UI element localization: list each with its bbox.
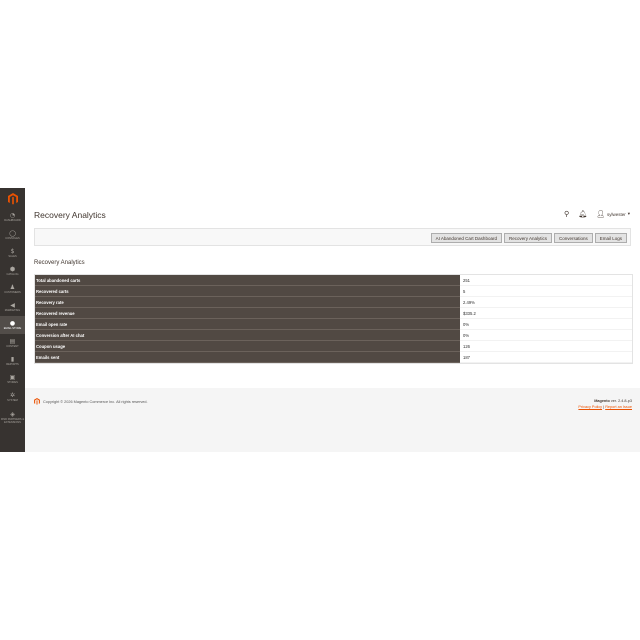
table-row: Total abandoned carts 251 [35,275,632,286]
bar-chart-icon: ▮ [10,356,15,363]
stat-value: 2.49% [460,297,632,308]
table-row: Recovered revenue $335.2 [35,308,632,319]
sidebar-item-reports[interactable]: ▮ Reports [0,352,25,370]
sidebar-item-label: Dashboard [4,219,21,222]
page-toolbar: AI Abandoned Cart Dashboard Recovery Anal… [34,228,631,246]
dollar-icon: $ [10,248,15,255]
table-row: Recovery rate 2.49% [35,297,632,308]
user-icon: 👤︎ [596,210,605,218]
link-separator: | [603,405,605,409]
console-icon: ◯ [9,230,16,237]
version-text: ver. 2.4.8-p3 [610,399,632,403]
magento-footer-logo-icon [34,398,40,405]
layout-icon: ▤ [9,338,16,345]
stat-label: Total abandoned carts [35,275,460,286]
copyright-text: Copyright © 2026 Magento Commerce Inc. A… [43,399,148,404]
brand-name: Magento [594,399,610,403]
admin-app: ◔ Dashboard ◯ Consoles $ Sales ⬢ Catalog ♟ Custom… [0,188,640,452]
sidebar-item-label: Reports [6,363,19,366]
sidebar-item-content[interactable]: ▤ Content [0,334,25,352]
stat-label: Emails sent [35,352,460,363]
email-icon: ● [9,320,16,327]
stats-table: Total abandoned carts 251 Recovered carts 5… [34,274,633,364]
toolbar-button-email-logs[interactable]: Email Logs [594,233,627,243]
bell-icon[interactable]: 🔔︎ [578,210,587,218]
sidebar-item-marketing[interactable]: ◀ Marketing [0,298,25,316]
sidebar-item-sales[interactable]: $ Sales [0,244,25,262]
stat-label: Conversion after AI chat [35,330,460,341]
table-row: Email open rate 0% [35,319,632,330]
stat-label: Coupon usage [35,341,460,352]
stat-label: Recovery rate [35,297,460,308]
sidebar-item-label: Customers [4,291,21,294]
gear-icon: ✲ [9,392,16,399]
sidebar-item-stores[interactable]: ▣ Stores [0,370,25,388]
user-menu[interactable]: 👤︎ sylwester ▾ [596,210,630,218]
store-icon: ▣ [9,374,16,381]
copyright: Copyright © 2026 Magento Commerce Inc. A… [34,398,148,405]
stat-value: 0% [460,319,632,330]
sidebar-item-label: Content [6,345,19,348]
table-row: Conversion after AI chat 0% [35,330,632,341]
sidebar-item-email-store[interactable]: ● Email.store [0,316,25,334]
footer-right: Magento ver. 2.4.8-p3 Privacy Policy | R… [578,398,632,410]
report-issue-link[interactable]: Report an Issue [605,405,632,409]
sidebar-item-system[interactable]: ✲ System [0,388,25,406]
stat-value: 5 [460,286,632,297]
sidebar-item-label: Find Partners & Extensions [0,417,25,424]
sidebar-item-label: Email.store [3,327,22,330]
stat-value: 187 [460,352,632,363]
stat-label: Recovered carts [35,286,460,297]
toolbar-button-recovery-analytics[interactable]: Recovery Analytics [503,233,552,243]
table-row: Emails sent 187 [35,352,632,363]
main-content: Recovery Analytics ⚲ 🔔︎ 👤︎ sylwester ▾ A… [25,188,640,452]
sidebar-item-find-partners-extensions[interactable]: ◈ Find Partners & Extensions [0,406,25,428]
toolbar-button-conversations[interactable]: Conversations [553,233,593,243]
sidebar-item-consoles[interactable]: ◯ Consoles [0,226,25,244]
cube-icon: ⬢ [9,266,16,273]
sidebar-item-label: Catalog [6,273,19,276]
speedometer-icon: ◔ [9,212,16,219]
privacy-policy-link[interactable]: Privacy Policy [578,405,602,409]
boxes-icon: ◈ [10,410,15,418]
sidebar-item-label: System [7,399,18,402]
stat-value: 251 [460,275,632,286]
header-actions: ⚲ 🔔︎ 👤︎ sylwester ▾ [564,210,630,218]
table-row: Recovered carts 5 [35,286,632,297]
sidebar-item-catalog[interactable]: ⬢ Catalog [0,262,25,280]
chevron-down-icon: ▾ [627,211,630,216]
stat-label: Email open rate [35,319,460,330]
sidebar-item-label: Marketing [4,309,21,312]
magento-logo-icon[interactable] [0,190,25,208]
sidebar-item-label: Stores [7,381,18,384]
toolbar-button-ai-abandoned-cart-dashboard[interactable]: AI Abandoned Cart Dashboard [430,233,502,243]
sidebar-item-label: Consoles [5,237,20,240]
username: sylwester [606,211,626,217]
stat-value: $335.2 [460,308,632,319]
stat-value: 126 [460,341,632,352]
search-icon[interactable]: ⚲ [564,210,569,218]
person-icon: ♟ [9,284,16,291]
stat-value: 0% [460,330,632,341]
stat-label: Recovered revenue [35,308,460,319]
table-row: Coupon usage 126 [35,341,632,352]
page-title: Recovery Analytics [34,210,106,220]
section-title: Recovery Analytics [34,260,85,266]
sidebar-item-dashboard[interactable]: ◔ Dashboard [0,208,25,226]
footer-links: Privacy Policy | Report an Issue [578,404,632,410]
sidebar-item-customers[interactable]: ♟ Customers [0,280,25,298]
sidebar-item-label: Sales [8,255,17,258]
megaphone-icon: ◀ [10,302,15,309]
admin-sidebar: ◔ Dashboard ◯ Consoles $ Sales ⬢ Catalog ♟ Custom… [0,188,25,452]
page-footer: Copyright © 2026 Magento Commerce Inc. A… [25,388,640,452]
